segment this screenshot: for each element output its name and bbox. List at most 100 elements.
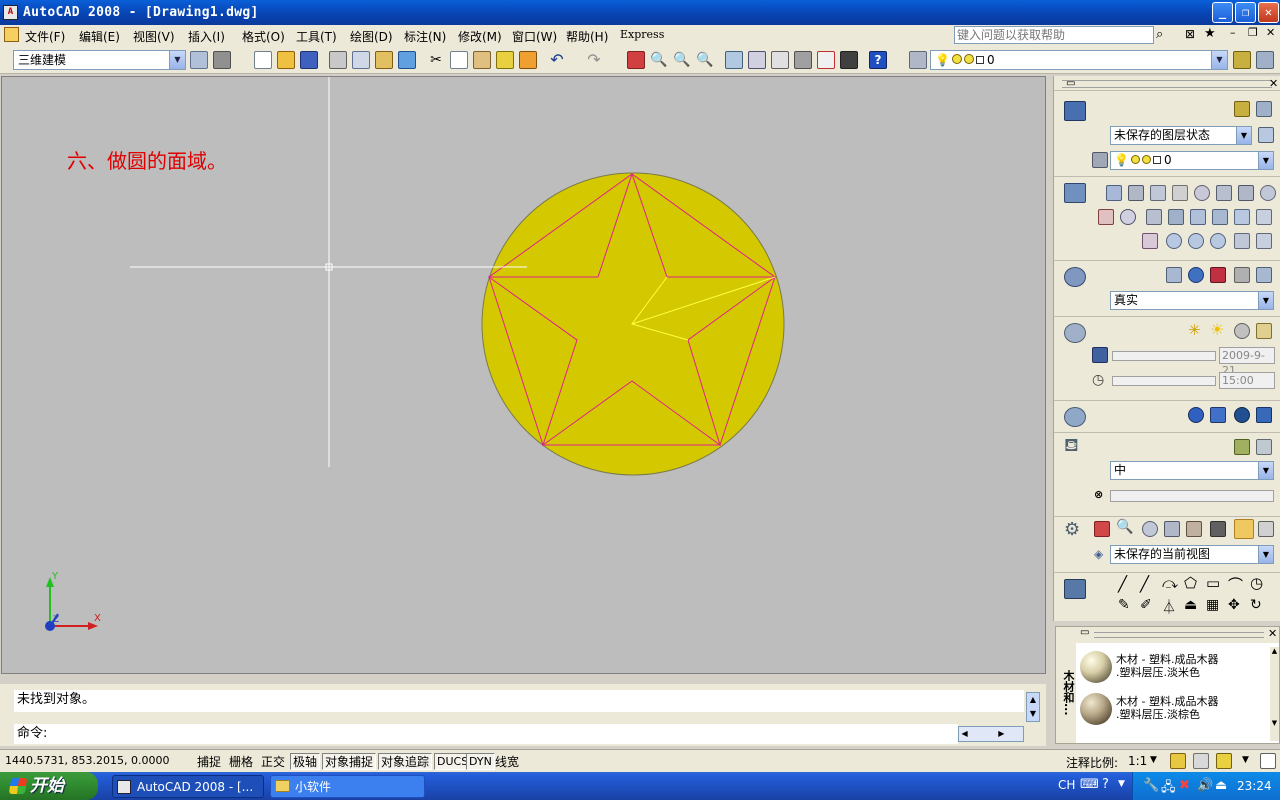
3d-dwf-icon[interactable]	[398, 51, 416, 69]
layer-state-dropdown[interactable]: 未保存的图层状态 ▼	[1110, 126, 1252, 145]
3d-make-panel-icon[interactable]	[1064, 183, 1086, 203]
cut-icon[interactable]: ✂	[427, 51, 445, 69]
zoom-realtime-icon[interactable]: 🔍	[650, 51, 668, 69]
3d-align-icon[interactable]	[1142, 233, 1158, 249]
design-center-icon[interactable]	[748, 51, 766, 69]
layer-previous-icon[interactable]	[1256, 101, 1272, 117]
view-back-icon[interactable]: ◈	[1094, 547, 1103, 561]
materials-palette-grip[interactable]	[1094, 632, 1264, 638]
time-slider[interactable]	[1112, 376, 1216, 386]
visual-styles-manager-icon[interactable]	[1256, 267, 1272, 283]
3d-hidden-icon[interactable]	[1166, 267, 1182, 283]
restore-button[interactable]: ❐	[1235, 2, 1256, 23]
render-environment-icon[interactable]	[1234, 407, 1250, 423]
copy-icon[interactable]	[450, 51, 468, 69]
command-hscrollbar[interactable]: ◀ ▶	[958, 726, 1024, 742]
face-style-icon[interactable]	[1234, 267, 1250, 283]
orbit-icon[interactable]	[1142, 521, 1158, 537]
layer-properties-icon[interactable]	[1092, 152, 1108, 168]
favorites-icon[interactable]: ★	[1204, 26, 1216, 41]
extrude-icon[interactable]	[1146, 209, 1162, 225]
match-properties-icon[interactable]	[496, 51, 514, 69]
cone-icon[interactable]	[1172, 185, 1188, 201]
conceptual-icon[interactable]	[1210, 267, 1226, 283]
presspull-icon[interactable]	[1168, 209, 1184, 225]
sphere-icon[interactable]	[1194, 185, 1210, 201]
help-search-input[interactable]: 键入问题以获取帮助	[954, 26, 1154, 44]
clean-screen-icon[interactable]	[1260, 753, 1276, 769]
calendar-icon[interactable]	[1092, 347, 1108, 363]
drawing-area[interactable]: 六、做圆的面域。 Y X Z	[1, 76, 1046, 674]
palette-grip[interactable]	[1062, 80, 1272, 88]
open-icon[interactable]	[277, 51, 295, 69]
navigation-panel-icon[interactable]: ⚙	[1064, 519, 1080, 540]
doc-close-button[interactable]: ✕	[1266, 26, 1275, 39]
paste-icon[interactable]	[473, 51, 491, 69]
revolve-icon[interactable]	[1212, 209, 1228, 225]
chevron-down-icon[interactable]: ▼	[1150, 755, 1157, 765]
history-scrollbar[interactable]: ▲ ▼	[1026, 692, 1040, 722]
safely-remove-icon[interactable]: ⏏	[1215, 778, 1227, 793]
light-glyph-icon[interactable]	[1234, 323, 1250, 339]
taskbar-item-autocad[interactable]: AutoCAD 2008 - [...	[112, 775, 264, 798]
undo-icon[interactable]: ↶	[548, 51, 566, 69]
autocad-app-icon[interactable]: A	[3, 5, 18, 20]
menu-tools[interactable]: 工具(T)	[296, 28, 337, 45]
wedge-icon[interactable]	[1150, 185, 1166, 201]
cylinder-icon[interactable]	[1216, 185, 1232, 201]
slice-icon[interactable]	[1256, 209, 1272, 225]
menu-insert[interactable]: 插入(I)	[188, 28, 225, 45]
search-icon[interactable]: ⌕	[1156, 27, 1163, 42]
material-mapping-icon[interactable]	[1256, 439, 1272, 455]
menu-window[interactable]: 窗口(W)	[512, 28, 557, 45]
time-field[interactable]: 15:00	[1219, 372, 1275, 389]
view-dropdown[interactable]: 未保存的当前视图 ▼	[1110, 545, 1274, 564]
loft-icon[interactable]	[1234, 209, 1250, 225]
markup-icon[interactable]	[817, 51, 835, 69]
menu-format[interactable]: 格式(O)	[242, 28, 285, 45]
menu-express[interactable]: Express	[620, 28, 664, 41]
otrack-toggle[interactable]: 对象追踪	[378, 753, 433, 770]
communication-center-icon[interactable]: ⊠	[1185, 27, 1195, 41]
rotate-icon[interactable]: ↻	[1250, 597, 1262, 613]
layer-manager-icon[interactable]	[909, 51, 927, 69]
date-field[interactable]: 2009-9-21	[1219, 347, 1275, 377]
keyboard-icon[interactable]: ⌨	[1080, 777, 1099, 792]
visual-style-dropdown[interactable]: 真实 ▼	[1110, 291, 1274, 310]
circle-icon[interactable]: ◷	[1250, 574, 1263, 592]
block-editor-icon[interactable]	[519, 51, 537, 69]
command-line[interactable]: 命令:	[14, 724, 958, 744]
layer-previous-icon[interactable]	[1256, 51, 1274, 69]
parallel-projection-icon[interactable]	[1258, 521, 1274, 537]
zoom-previous-icon[interactable]: 🔍	[696, 51, 714, 69]
box-icon[interactable]	[1128, 185, 1144, 201]
save-icon[interactable]	[300, 51, 318, 69]
input-method-chevron-icon[interactable]: ▼	[1118, 779, 1125, 789]
menu-file[interactable]: 文件(F)	[25, 28, 65, 45]
material-mode-dropdown[interactable]: 中 ▼	[1110, 461, 1274, 480]
clock-icon[interactable]: ◷	[1092, 372, 1104, 388]
print-preview-icon[interactable]	[352, 51, 370, 69]
doc-minimize-button[interactable]: –	[1230, 26, 1236, 39]
pan-icon[interactable]	[627, 51, 645, 69]
arc-icon[interactable]: ⌒	[1228, 574, 1243, 595]
coordinate-readout[interactable]: 1440.5731, 853.2015, 0.0000	[5, 754, 169, 767]
doc-restore-button[interactable]: ❐	[1248, 26, 1258, 39]
layers-panel-icon[interactable]	[1064, 101, 1086, 121]
mirror-icon[interactable]: ⏃	[1162, 597, 1176, 617]
material-item[interactable]: 木材 - 塑料.成品木器 .塑料层压.淡棕色	[1080, 691, 1270, 731]
layer-state-manager-icon[interactable]	[1258, 127, 1274, 143]
new-icon[interactable]	[254, 51, 272, 69]
palette-minimize-icon[interactable]: ▭	[1066, 78, 1075, 89]
help-icon[interactable]: ?	[869, 51, 887, 69]
3d-move-icon[interactable]	[1098, 209, 1114, 225]
calculator-icon[interactable]	[840, 51, 858, 69]
walk-icon[interactable]	[1164, 521, 1180, 537]
torus-icon[interactable]	[1260, 185, 1276, 201]
union-icon[interactable]	[1166, 233, 1182, 249]
polar-toggle[interactable]: 极轴	[290, 753, 321, 770]
polyline-icon[interactable]: ⤼	[1162, 574, 1178, 592]
snap-toggle[interactable]: 捕捉	[194, 753, 224, 770]
polygon-icon[interactable]: ⬠	[1184, 574, 1197, 592]
lock-icon[interactable]	[1216, 753, 1232, 769]
